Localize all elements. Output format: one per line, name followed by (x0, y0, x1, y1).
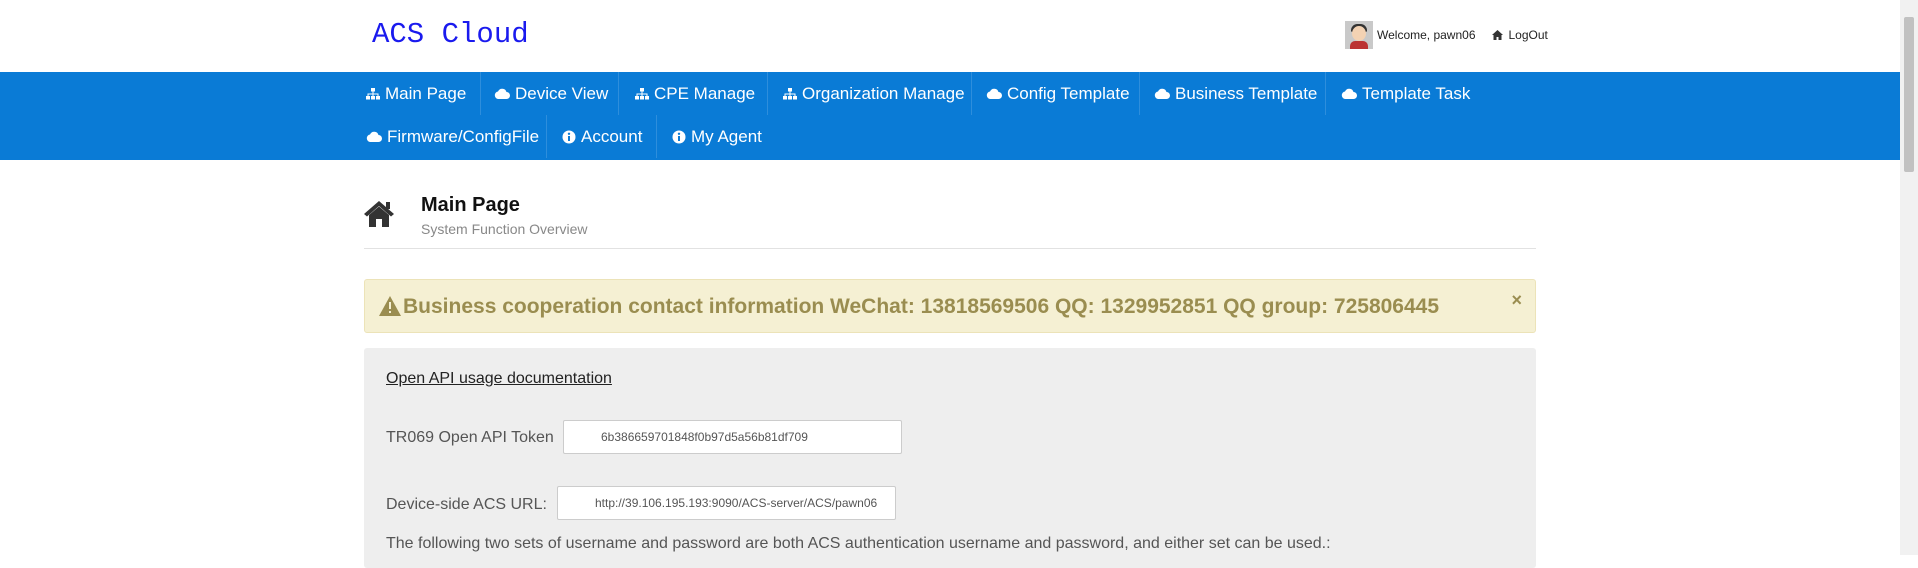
nav-my-agent[interactable]: My Agent (672, 115, 762, 158)
nav-organization-manage[interactable]: Organization Manage (783, 72, 965, 115)
logout-label: LogOut (1508, 28, 1548, 42)
sitemap-icon (366, 88, 380, 100)
cloud-icon (1341, 88, 1357, 99)
nav-label: My Agent (691, 126, 762, 146)
home-icon (364, 201, 394, 227)
nav-device-view[interactable]: Device View (494, 72, 608, 115)
token-label: TR069 Open API Token (386, 429, 554, 446)
sitemap-icon (635, 88, 649, 100)
cloud-icon (1154, 88, 1170, 99)
avatar (1345, 21, 1373, 49)
nav-label: Template Task (1362, 83, 1471, 103)
info-icon (672, 130, 686, 144)
nav-config-template[interactable]: Config Template (986, 72, 1130, 115)
nav-cpe-manage[interactable]: CPE Manage (635, 72, 755, 115)
acs-url-field[interactable]: http://39.106.195.193:9090/ACS-server/AC… (557, 486, 896, 520)
acs-url-label: Device-side ACS URL: (386, 496, 547, 513)
cloud-icon (986, 88, 1002, 99)
nav-label: Business Template (1175, 83, 1318, 103)
alert-text: Business cooperation contact information… (403, 295, 1440, 318)
page-header: Main Page System Function Overview (364, 188, 1536, 249)
nav-label: Main Page (385, 83, 467, 103)
nav-label: Device View (515, 83, 609, 103)
page-subtitle: System Function Overview (421, 221, 588, 237)
nav-firmware-configfile[interactable]: Firmware/ConfigFile (366, 115, 539, 158)
auth-note: The following two sets of username and p… (386, 535, 1331, 552)
nav-business-template[interactable]: Business Template (1154, 72, 1317, 115)
api-panel: Open API usage documentation TR069 Open … (364, 348, 1536, 568)
nav-label: Firmware/ConfigFile (387, 126, 540, 146)
api-doc-link[interactable]: Open API usage documentation (386, 370, 612, 388)
top-header: ACS Cloud Welcome, pawn06 LogOut (0, 0, 1900, 72)
nav-label: CPE Manage (654, 83, 756, 103)
logout-link[interactable]: LogOut (1491, 28, 1548, 42)
brand-logo[interactable]: ACS Cloud (372, 18, 529, 51)
nav-template-task[interactable]: Template Task (1341, 72, 1470, 115)
home-icon (1491, 30, 1503, 40)
warning-icon (379, 296, 401, 316)
close-icon[interactable]: × (1511, 290, 1522, 311)
scrollbar-thumb[interactable] (1904, 17, 1914, 172)
contact-alert: Business cooperation contact information… (364, 279, 1536, 333)
token-field[interactable]: 6b386659701848f0b97d5a56b81df709 (563, 420, 902, 454)
nav-account[interactable]: Account (562, 115, 642, 158)
nav-label: Account (581, 126, 643, 146)
nav-label: Organization Manage (802, 83, 965, 103)
cloud-icon (366, 131, 382, 142)
sitemap-icon (783, 88, 797, 100)
cloud-icon (494, 88, 510, 99)
user-box: Welcome, pawn06 LogOut (1345, 21, 1548, 49)
page-scrollbar[interactable] (1900, 0, 1918, 555)
welcome-text: Welcome, pawn06 (1377, 28, 1476, 42)
page-title: Main Page (421, 194, 520, 216)
main-navbar: Main Page Device View CPE Manage Organiz… (0, 72, 1900, 160)
nav-main-page[interactable]: Main Page (366, 72, 466, 115)
info-icon (562, 130, 576, 144)
nav-label: Config Template (1007, 83, 1130, 103)
